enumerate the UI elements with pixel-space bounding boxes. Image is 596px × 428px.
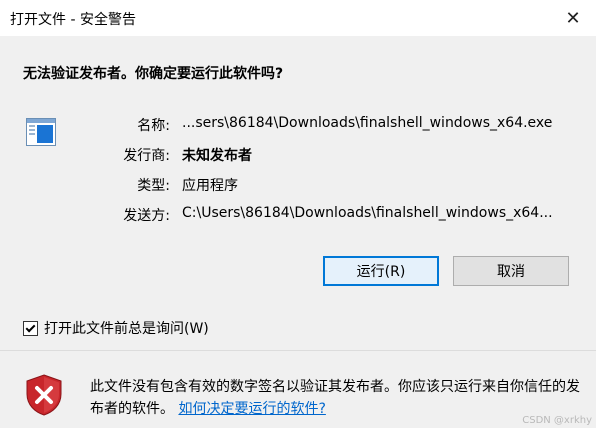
close-button[interactable]: ✕ xyxy=(550,0,596,36)
signature-warning: 此文件没有包含有效的数字签名以验证其发布者。你应该只运行来自你信任的发布者的软件… xyxy=(90,376,580,420)
name-value: ...sers\86184\Downloads\finalshell_windo… xyxy=(182,115,553,131)
close-icon: ✕ xyxy=(565,7,581,29)
from-row: 发送方: C:\Users\86184\Downloads\finalshell… xyxy=(0,205,596,227)
title-bar: 打开文件 - 安全警告 ✕ xyxy=(0,0,596,36)
run-button[interactable]: 运行(R) xyxy=(323,256,439,286)
from-label: 发送方: xyxy=(123,208,170,224)
warning-headline: 无法验证发布者。你确定要运行此软件吗? xyxy=(23,66,284,82)
security-shield-error-icon xyxy=(26,374,62,416)
type-row: 类型: 应用程序 xyxy=(0,175,596,197)
always-ask-label: 打开此文件前总是询问(W) xyxy=(44,321,209,337)
watermark: CSDN @xrkhy xyxy=(522,415,592,426)
publisher-value: 未知发布者 xyxy=(182,148,252,164)
from-value: C:\Users\86184\Downloads\finalshell_wind… xyxy=(182,205,553,221)
always-ask-checkbox[interactable] xyxy=(23,320,38,336)
how-to-decide-link[interactable]: 如何决定要运行的软件? xyxy=(178,401,325,417)
cancel-button[interactable]: 取消 xyxy=(453,256,569,286)
type-value: 应用程序 xyxy=(182,178,238,194)
always-ask-option[interactable]: 打开此文件前总是询问(W) xyxy=(23,318,209,338)
type-label: 类型: xyxy=(137,178,170,194)
signature-warning-text: 此文件没有包含有效的数字签名以验证其发布者。你应该只运行来自你信任的发布者的软件… xyxy=(90,379,580,417)
name-label: 名称: xyxy=(137,118,170,134)
publisher-row: 发行商: 未知发布者 xyxy=(0,145,596,167)
window-title: 打开文件 - 安全警告 xyxy=(10,12,136,28)
name-row: 名称: ...sers\86184\Downloads\finalshell_w… xyxy=(0,115,596,137)
publisher-label: 发行商: xyxy=(123,148,170,164)
